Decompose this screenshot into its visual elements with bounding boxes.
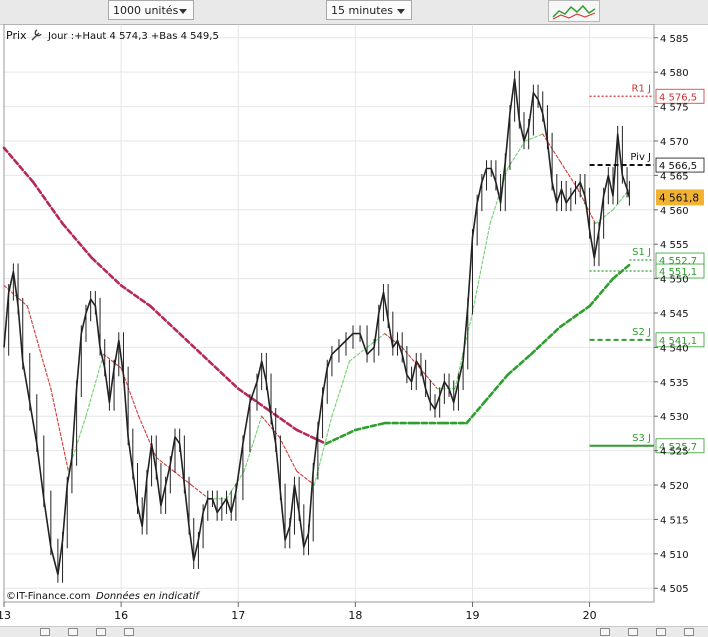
ma-fast-segment — [85, 353, 105, 417]
zoom-icon[interactable] — [40, 628, 50, 636]
ma-slow-segment — [90, 256, 123, 287]
ma-slow-segment — [2, 146, 35, 184]
ma-fast-segment — [190, 484, 210, 500]
level-label: S3 J — [632, 433, 651, 444]
level-label: R1 J — [632, 83, 651, 94]
y-tick-label: 4 535 — [660, 378, 689, 389]
ma-slow-segment — [588, 277, 615, 308]
refresh-icon[interactable] — [656, 628, 666, 636]
tools-icon[interactable] — [124, 628, 134, 636]
x-axis: 13 16 17 18 19 20 — [0, 602, 597, 622]
ma-slow-segment — [61, 222, 94, 260]
y-tick-label: 4 580 — [660, 68, 689, 79]
price-chart[interactable]: R1 J4 576,5Piv J4 566,5S1 J4 552,74 551,… — [0, 24, 708, 626]
y-axis: 4 505 4 510 4 515 4 520 4 525 4 530 4 535 4 540… — [654, 34, 689, 595]
x-tick-label: 20 — [583, 609, 597, 622]
level-label: Piv J — [630, 152, 651, 163]
interval-select[interactable]: 15 minutes — [326, 0, 412, 20]
chart-header: Jour :+Haut 4 574,3 +Bas 4 549,5 — [47, 31, 219, 42]
chart-type-button[interactable] — [548, 0, 600, 22]
quantity-select-value: 1000 unités — [113, 4, 179, 17]
y-tick-label: 4 510 — [660, 550, 689, 561]
price-series — [3, 70, 631, 583]
watermark-note: Données en indicatif — [96, 590, 200, 602]
moving-average-slow — [2, 146, 631, 446]
y-tick-label: 4 545 — [660, 309, 689, 320]
ma-slow-segment — [119, 284, 152, 308]
y-tick-label: 4 585 — [660, 34, 689, 45]
y-tick-label: 4 540 — [660, 343, 689, 354]
settings-icon[interactable] — [600, 628, 610, 636]
ma-slow-segment — [465, 401, 486, 425]
y-tick-label: 4 555 — [660, 240, 689, 251]
bottom-toolbar — [0, 626, 708, 637]
chevron-down-icon — [397, 9, 405, 14]
prix-label: Prix — [6, 29, 27, 42]
y-tick-label: 4 560 — [660, 206, 689, 217]
ma-fast-segment — [278, 436, 298, 472]
ma-slow-segment — [324, 428, 357, 446]
ma-slow-segment — [295, 428, 328, 446]
wrench-icon[interactable] — [31, 29, 42, 41]
ma-slow-segment — [207, 359, 240, 390]
y-tick-label: 4 575 — [660, 103, 689, 114]
chevron-down-icon — [179, 9, 187, 14]
y-tick-label: 4 530 — [660, 412, 689, 423]
x-tick-label: 17 — [231, 609, 245, 622]
y-tick-label: 4 525 — [660, 447, 689, 458]
ma-slow-segment — [354, 421, 386, 432]
x-tick-label: 16 — [114, 609, 128, 622]
y-tick-label: 4 520 — [660, 481, 689, 492]
level-label: S2 J — [632, 327, 651, 338]
ma-fast-segment — [348, 346, 368, 362]
ma-fast-segment — [261, 415, 280, 438]
ma-fast-segment — [50, 388, 69, 472]
ma-fast-segment — [594, 209, 614, 225]
current-price-value: 4 561,8 — [659, 192, 699, 204]
draw-icon[interactable] — [96, 628, 106, 636]
quantity-select[interactable]: 1000 unités — [108, 0, 194, 20]
ma-slow-segment — [559, 304, 591, 329]
x-tick-label: 13 — [0, 609, 11, 622]
mini-chart-icon — [552, 4, 596, 20]
print-icon[interactable] — [628, 628, 638, 636]
ma-fast-segment — [542, 133, 561, 163]
level-label: S1 J — [632, 247, 651, 258]
interval-select-value: 15 minutes — [331, 4, 394, 17]
y-tick-label: 4 505 — [660, 584, 689, 595]
help-icon[interactable] — [684, 628, 694, 636]
y-tick-label: 4 515 — [660, 515, 689, 526]
x-tick-label: 19 — [465, 609, 479, 622]
ma-fast-segment — [331, 360, 351, 417]
ma-fast-segment — [471, 222, 491, 314]
price-line — [3, 78, 631, 576]
toolbar: 1000 unités 15 minutes — [0, 0, 708, 25]
ma-slow-segment — [529, 325, 562, 356]
y-tick-label: 4 570 — [660, 137, 689, 148]
ma-slow-segment — [611, 263, 631, 280]
ma-slow-segment — [31, 180, 64, 225]
ma-slow-segment — [506, 352, 533, 377]
ma-fast-segment — [524, 133, 544, 142]
ma-slow-segment — [149, 304, 181, 335]
ma-slow-segment — [482, 373, 509, 404]
y-tick-label: 4 565 — [660, 171, 689, 182]
grid — [3, 24, 654, 602]
x-tick-label: 18 — [348, 609, 362, 622]
pan-icon[interactable] — [68, 628, 78, 636]
watermark: ©IT-Finance.com — [6, 591, 91, 602]
y-tick-label: 4 550 — [660, 275, 689, 286]
